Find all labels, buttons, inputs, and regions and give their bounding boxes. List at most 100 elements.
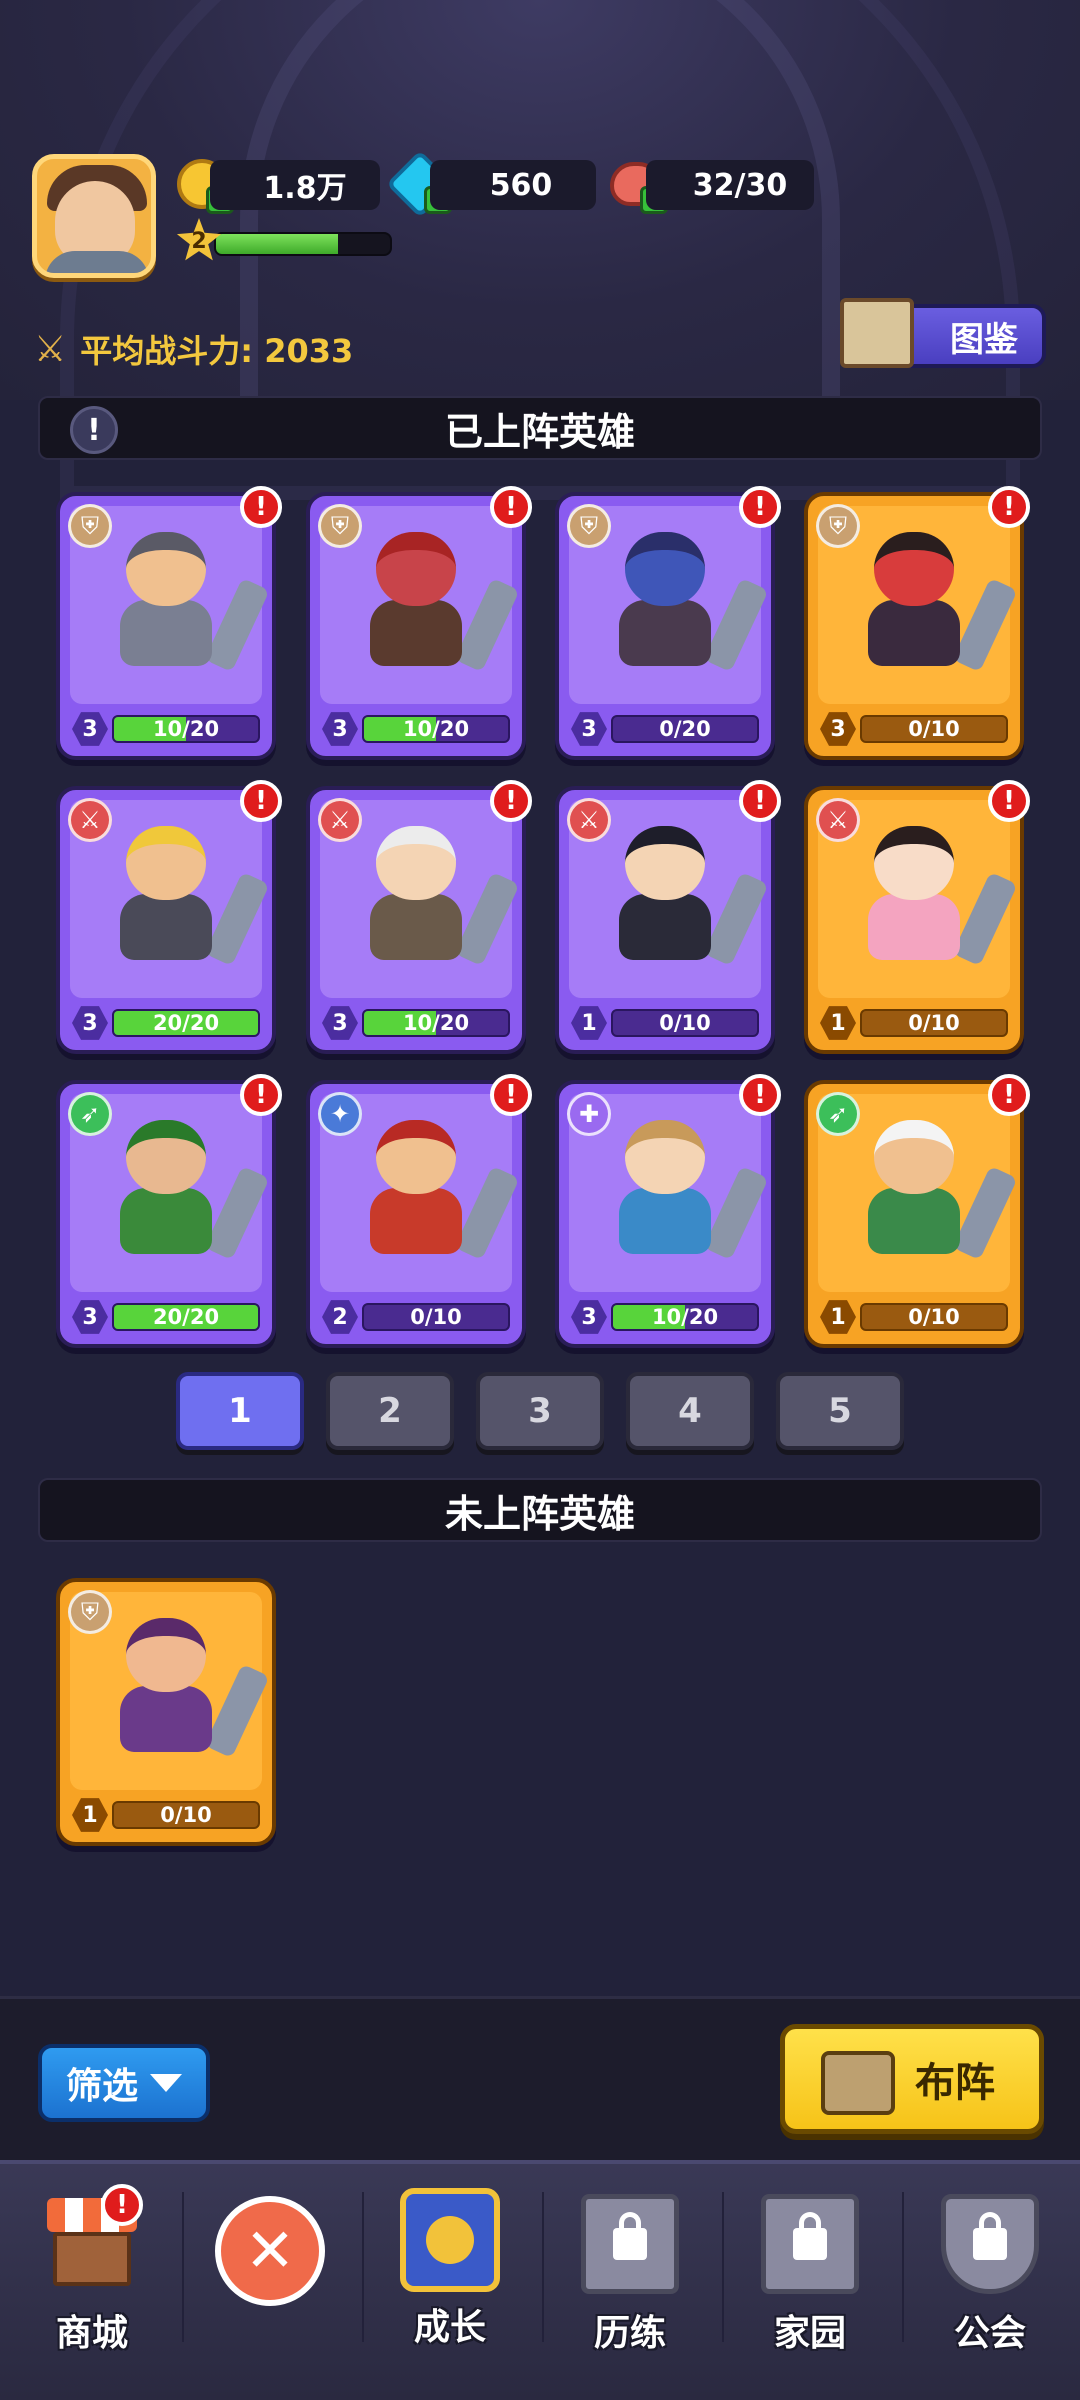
player-avatar[interactable] [32, 154, 156, 278]
bow-class-icon: ➶ [816, 1092, 860, 1136]
page-button-3[interactable]: 3 [476, 1372, 604, 1450]
hero-body [120, 894, 212, 960]
hero-card[interactable]: ⛨ 1 0/10 [56, 1578, 276, 1846]
info-icon[interactable]: ! [70, 406, 118, 454]
hero-body [120, 1188, 212, 1254]
hero-shard-bar: 20/20 [112, 1303, 260, 1331]
nav-item-成长[interactable]: 成长 [370, 2188, 530, 2358]
alert-badge: ! [988, 486, 1030, 528]
hero-card[interactable]: ⛨! 3 0/20 [555, 486, 781, 760]
hero-shard-bar: 0/10 [362, 1303, 510, 1331]
hero-head [874, 1120, 954, 1194]
hero-level: 3 [322, 1006, 358, 1040]
bottom-navigation: ! 商城 ✕ 成长 历练 家园 公会 [0, 2160, 1080, 2400]
stamina-value: 32/30 [692, 167, 788, 203]
page-button-4[interactable]: 4 [626, 1372, 754, 1450]
formation-button[interactable]: 布阵 [780, 2024, 1044, 2134]
hero-portrait [599, 1114, 769, 1264]
shield-class-icon: ⛨ [816, 504, 860, 548]
alert-badge: ! [240, 780, 282, 822]
xp-fill [216, 234, 338, 254]
hero-progress: 3 10/20 [322, 712, 510, 746]
hero-head [625, 1120, 705, 1194]
nav-item-商城[interactable]: ! 商城 [12, 2184, 172, 2358]
hero-progress: 3 10/20 [322, 1006, 510, 1040]
hero-shard-count: 10/20 [402, 717, 470, 741]
sword-class-icon: ⚔ [816, 798, 860, 842]
nav-item-公会[interactable]: 公会 [910, 2188, 1070, 2358]
deployed-heroes-title: 已上阵英雄 [444, 409, 635, 454]
hero-card[interactable]: ⚔! 3 10/20 [306, 780, 532, 1054]
hero-shard-count: 10/20 [152, 717, 220, 741]
gem-value: 560 [489, 167, 553, 203]
shop-base [53, 2232, 131, 2286]
alert-badge: ! [240, 486, 282, 528]
hero-progress: 1 0/10 [571, 1006, 759, 1040]
sword-class-icon: ⚔ [567, 798, 611, 842]
nav-label: 公会 [953, 2313, 1026, 2354]
nav-item-close[interactable]: ✕ [190, 2188, 350, 2358]
nav-divider [362, 2192, 364, 2342]
hero-level: 1 [820, 1300, 856, 1334]
hero-body [868, 600, 960, 666]
undeployed-heroes-title: 未上阵英雄 [444, 1491, 635, 1536]
hero-shard-bar: 0/10 [112, 1801, 260, 1829]
hero-card[interactable]: ✦! 2 0/10 [306, 1074, 532, 1348]
hero-shard-bar: 0/10 [860, 715, 1008, 743]
hero-portrait [100, 526, 270, 676]
alert-badge: ! [988, 1074, 1030, 1116]
hero-portrait [848, 526, 1018, 676]
codex-button[interactable]: 图鉴 [840, 298, 1046, 368]
hero-level: 3 [571, 1300, 607, 1334]
hero-card[interactable]: ➶! 3 20/20 [56, 1074, 282, 1348]
filter-button-label: 筛选 [65, 2066, 138, 2107]
hero-portrait [350, 1114, 520, 1264]
hero-card[interactable]: ⚔! 1 0/10 [555, 780, 781, 1054]
hero-shard-count: 10/20 [402, 1011, 470, 1035]
hero-body [868, 894, 960, 960]
hero-card[interactable]: ⚔! 3 20/20 [56, 780, 282, 1054]
hero-portrait [100, 1612, 270, 1762]
hero-level: 3 [571, 712, 607, 746]
hero-shard-count: 0/10 [908, 1305, 960, 1329]
nav-item-历练[interactable]: 历练 [550, 2188, 710, 2358]
codex-button-label: 图鉴 [950, 319, 1018, 360]
nav-divider [182, 2192, 184, 2342]
shield-class-icon: ⛨ [567, 504, 611, 548]
scroll-locked-icon [575, 2188, 685, 2298]
hero-card[interactable]: ⛨! 3 0/10 [804, 486, 1030, 760]
formation-button-label: 布阵 [915, 2060, 995, 2106]
guild-shield-locked-icon [935, 2188, 1045, 2298]
gold-value: 1.8万 [263, 171, 347, 206]
xp-bar [214, 232, 392, 256]
background-arch-inner [240, 0, 840, 440]
nav-item-家园[interactable]: 家园 [730, 2188, 890, 2358]
hero-shard-bar: 10/20 [362, 1009, 510, 1037]
shield-class-icon: ⛨ [318, 504, 362, 548]
hero-shard-count: 0/10 [908, 1011, 960, 1035]
gold-amount: 1.8万 [210, 160, 380, 210]
page-button-5[interactable]: 5 [776, 1372, 904, 1450]
formation-icon [821, 2051, 895, 2115]
hero-card[interactable]: ➶! 1 0/10 [804, 1074, 1030, 1348]
shop-icon: ! [37, 2184, 147, 2298]
filter-button[interactable]: 筛选 [38, 2044, 210, 2122]
page-button-1[interactable]: 1 [176, 1372, 304, 1450]
hero-shard-bar: 10/20 [112, 715, 260, 743]
hero-portrait [100, 820, 270, 970]
hero-progress: 3 10/20 [571, 1300, 759, 1334]
alert-badge: ! [101, 2184, 143, 2226]
hero-progress: 1 0/10 [820, 1300, 1008, 1334]
hero-card[interactable]: ✚! 3 10/20 [555, 1074, 781, 1348]
lock-icon [613, 2212, 647, 2260]
hero-card[interactable]: ⛨! 3 10/20 [306, 486, 532, 760]
hero-shard-count: 20/20 [152, 1011, 220, 1035]
hero-progress: 3 20/20 [72, 1006, 260, 1040]
page-button-2[interactable]: 2 [326, 1372, 454, 1450]
hero-level: 2 [322, 1300, 358, 1334]
hero-shard-count: 0/10 [160, 1803, 212, 1827]
hero-card[interactable]: ⛨! 3 10/20 [56, 486, 282, 760]
hero-level: 3 [72, 1300, 108, 1334]
hero-card[interactable]: ⚔! 1 0/10 [804, 780, 1030, 1054]
hero-shard-bar: 0/10 [860, 1009, 1008, 1037]
